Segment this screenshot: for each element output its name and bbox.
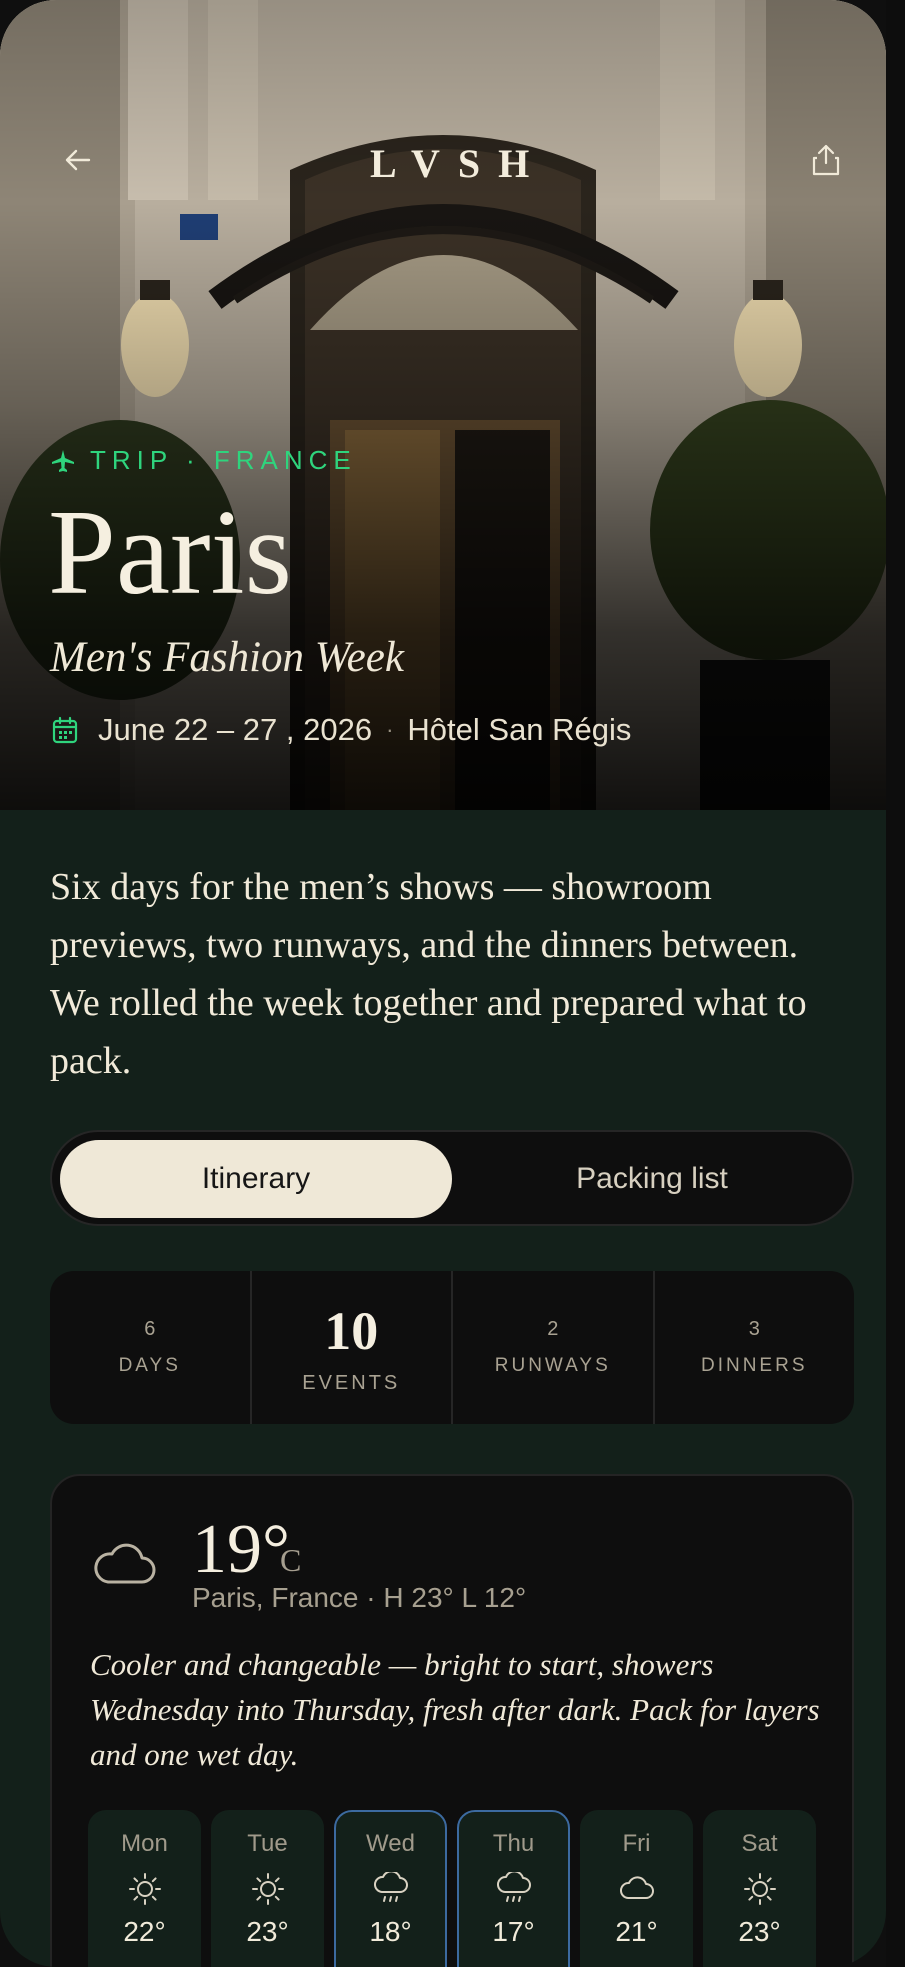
calendar-icon xyxy=(52,716,78,744)
share-icon xyxy=(812,144,840,176)
forecast-temp: 21° xyxy=(615,1916,658,1947)
hero-section: LVSH TRIP · FRANCE Paris Men's Fashion W… xyxy=(0,0,886,810)
tab-packing-list[interactable]: Packing list xyxy=(456,1140,848,1218)
trip-meta: June 22 – 27 , 2026 · Hôtel San Régis xyxy=(52,712,631,748)
stat-label: EVENTS xyxy=(302,1372,401,1394)
forecast-temp: 23° xyxy=(246,1916,289,1947)
forecast-day: Sat 23° xyxy=(703,1810,816,1967)
forecast-day-name: Thu xyxy=(492,1830,535,1857)
forecast-day-name: Fri xyxy=(622,1830,651,1857)
arrow-left-icon xyxy=(65,149,91,171)
cloud-icon xyxy=(619,1876,654,1899)
hotel-name: Hôtel San Régis xyxy=(407,712,632,747)
trip-eyebrow-label: TRIP · FRANCE xyxy=(90,445,357,475)
stat-runways: 2 RUNWAYS xyxy=(453,1271,655,1424)
weather-card: 19° C Paris, France · H 23° L 12° Cooler… xyxy=(50,1474,854,1967)
trip-stats: 6 DAYS 10 EVENTS 2 RUNWAYS 3 DINNERS xyxy=(50,1271,854,1424)
forecast-temp: 17° xyxy=(492,1916,535,1947)
stat-value: 3 xyxy=(748,1318,760,1340)
stat-label: DINNERS xyxy=(700,1355,808,1376)
trip-intro: Six days for the men’s shows — showroom … xyxy=(50,866,807,1082)
tab-itinerary[interactable]: Itinerary xyxy=(60,1140,452,1218)
rain-cloud-icon xyxy=(496,1872,531,1902)
meta-separator: · xyxy=(386,717,394,742)
sun-icon xyxy=(251,1873,284,1905)
sun-icon xyxy=(743,1873,776,1905)
page-title: Paris xyxy=(48,485,292,620)
trip-dates: June 22 – 27 , 2026 xyxy=(98,712,373,747)
rain-cloud-icon xyxy=(373,1872,408,1902)
stat-label: DAYS xyxy=(118,1355,181,1376)
stat-value: 2 xyxy=(547,1318,559,1340)
forecast-day-name: Tue xyxy=(247,1830,288,1857)
sun-icon xyxy=(128,1873,161,1905)
forecast-day-name: Sat xyxy=(741,1830,778,1857)
brand-logo: LVSH xyxy=(370,141,548,186)
stat-events: 10 EVENTS xyxy=(252,1271,453,1424)
forecast-row: Mon 22° Tue 23° Wed 18° Thu 17° Fri 21° … xyxy=(88,1810,816,1967)
forecast-day: Wed 18° xyxy=(334,1810,447,1967)
current-temperature: 19° xyxy=(192,1511,290,1588)
hero-gradient-overlay xyxy=(0,0,886,810)
forecast-temp: 23° xyxy=(738,1916,781,1947)
stat-label: RUNWAYS xyxy=(494,1355,611,1376)
plane-icon xyxy=(52,449,74,472)
screen-edge xyxy=(886,0,905,1967)
cloud-icon xyxy=(94,1543,156,1584)
temperature-unit: C xyxy=(280,1542,302,1578)
stat-value: 6 xyxy=(144,1318,156,1340)
forecast-day: Mon 22° xyxy=(88,1810,201,1967)
forecast-day: Fri 21° xyxy=(580,1810,693,1967)
forecast-day: Tue 23° xyxy=(211,1810,324,1967)
share-button[interactable] xyxy=(806,140,846,180)
weather-location: Paris, France · H 23° L 12° xyxy=(192,1582,527,1613)
stat-value: 10 xyxy=(324,1301,379,1361)
page-subtitle: Men's Fashion Week xyxy=(50,634,404,681)
view-tabs: Itinerary Packing list xyxy=(50,1130,854,1226)
stat-days: 6 DAYS xyxy=(50,1271,252,1424)
trip-eyebrow: TRIP · FRANCE xyxy=(50,445,357,476)
forecast-day-name: Mon xyxy=(121,1830,168,1857)
back-button[interactable] xyxy=(58,140,98,180)
app-screen: LVSH TRIP · FRANCE Paris Men's Fashion W… xyxy=(0,0,886,1967)
forecast-day-name: Wed xyxy=(366,1830,415,1857)
stat-dinners: 3 DINNERS xyxy=(655,1271,855,1424)
weather-description: Cooler and changeable — bright to start,… xyxy=(90,1647,820,1772)
forecast-day: Thu 17° xyxy=(457,1810,570,1967)
forecast-temp: 18° xyxy=(369,1916,412,1947)
forecast-temp: 22° xyxy=(123,1916,166,1947)
